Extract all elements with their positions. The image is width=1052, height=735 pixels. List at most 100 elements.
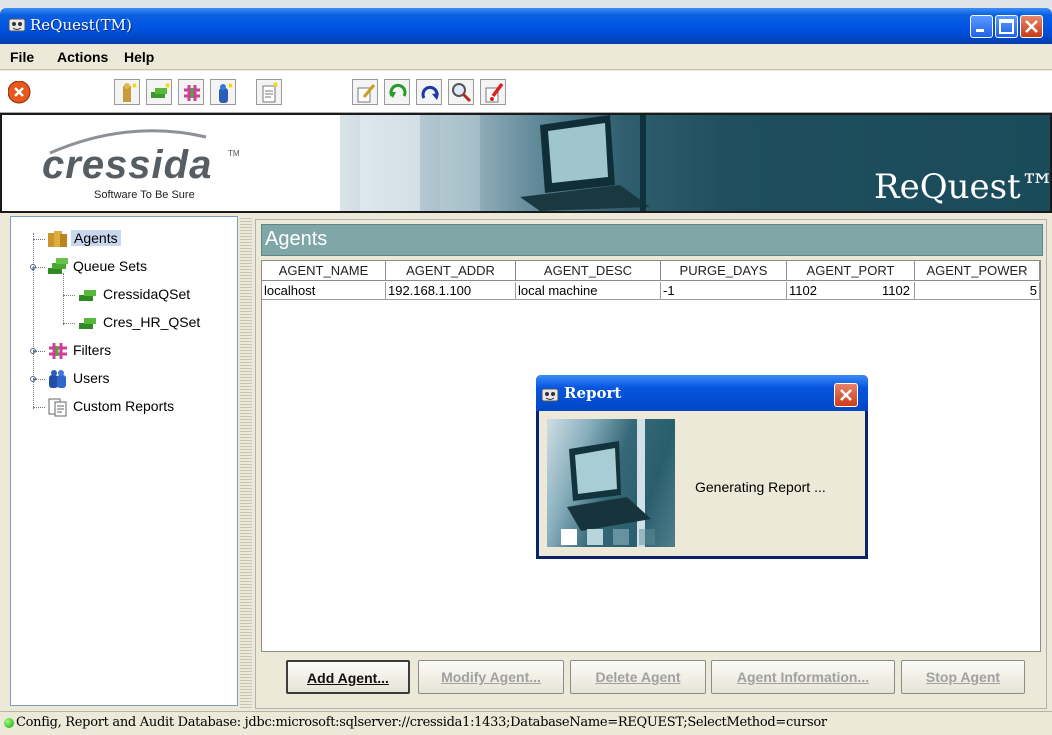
- table-cell[interactable]: -1: [661, 282, 787, 300]
- collapsed-toggle-icon[interactable]: [29, 347, 37, 355]
- add-queue-set-button[interactable]: [146, 79, 172, 105]
- menu-actions[interactable]: Actions: [57, 49, 108, 65]
- logo-trademark: TM: [228, 149, 240, 158]
- column-header[interactable]: AGENT_DESC: [516, 261, 661, 281]
- table-cell[interactable]: local machine: [516, 282, 661, 300]
- button-label: Delete Agent: [595, 669, 681, 685]
- port-value: 1102: [882, 283, 910, 298]
- column-header[interactable]: PURGE_DAYS: [661, 261, 787, 281]
- add-filter-button[interactable]: [178, 79, 204, 105]
- button-label: Stop Agent: [925, 669, 1001, 685]
- table-cell[interactable]: 5: [915, 282, 1040, 300]
- table-cell[interactable]: localhost: [262, 282, 386, 300]
- maximize-button[interactable]: [995, 15, 1018, 38]
- menu-help[interactable]: Help: [124, 49, 154, 65]
- tree-connector: [33, 407, 45, 408]
- tree-connector: [63, 273, 64, 325]
- tree-item-cres-hr-qset[interactable]: Cres_HR_QSet: [77, 313, 227, 333]
- refresh-button[interactable]: [416, 79, 442, 105]
- button-label: Modify Agent...: [441, 669, 541, 685]
- connection-status-icon: [4, 718, 14, 728]
- tree-connector: [63, 323, 75, 324]
- tree-item-custom-reports[interactable]: Custom Reports: [47, 397, 227, 417]
- refresh-icon: [421, 85, 439, 100]
- button-label: Add Agent...: [307, 670, 389, 686]
- delete-agent-button[interactable]: Delete Agent: [570, 660, 706, 694]
- undo-icon: [389, 83, 407, 98]
- close-icon: [1025, 20, 1038, 33]
- window-title-bar[interactable]: ReQuest(TM): [0, 8, 1052, 44]
- minimize-icon: [976, 29, 984, 32]
- panel-header: Agents: [261, 224, 1043, 256]
- report-dialog[interactable]: Report Generating Report ...: [536, 375, 868, 559]
- navigation-tree: Agents Queue Sets CressidaQSet Cres_HR_Q…: [10, 216, 238, 706]
- tree-connector: [63, 295, 75, 296]
- logo-tagline: Software To Be Sure: [94, 189, 195, 201]
- tree-item-users[interactable]: Users: [47, 369, 197, 389]
- stop-button[interactable]: [6, 79, 32, 105]
- panel-title: Agents: [265, 228, 328, 250]
- expanded-toggle-icon[interactable]: [29, 263, 37, 271]
- tree-item-cressidaqset[interactable]: CressidaQSet: [77, 285, 227, 305]
- undo-button[interactable]: [384, 79, 410, 105]
- tree-item-filters[interactable]: Filters: [47, 341, 197, 361]
- column-header[interactable]: AGENT_ADDR: [386, 261, 516, 281]
- status-text: Config, Report and Audit Database: jdbc:…: [16, 715, 827, 730]
- modify-agent-button[interactable]: Modify Agent...: [418, 660, 564, 694]
- queue-set-icon: [79, 318, 96, 329]
- maximize-icon: [999, 19, 1014, 34]
- logo-wordmark: cressida: [42, 143, 213, 187]
- tree-label: Queue Sets: [73, 258, 147, 274]
- tree-label: CressidaQSet: [103, 286, 191, 302]
- dialog-message: Generating Report ...: [695, 479, 826, 495]
- column-header[interactable]: AGENT_NAME: [262, 261, 386, 281]
- column-header[interactable]: AGENT_POWER: [915, 261, 1040, 281]
- port-value: 1102: [789, 283, 817, 298]
- table-cell[interactable]: 192.168.1.100: [386, 282, 516, 300]
- add-filter-icon: [184, 85, 200, 101]
- add-queue-set-icon: [151, 83, 170, 98]
- add-agent-button[interactable]: Add Agent...: [286, 660, 410, 694]
- banner: cressida TM Software To Be Sure ReQuest™: [0, 113, 1052, 213]
- button-label: Agent Information...: [736, 669, 870, 685]
- dialog-body: Generating Report ...: [539, 411, 865, 556]
- dialog-title: Report: [564, 384, 622, 402]
- dialog-close-button[interactable]: [834, 383, 858, 407]
- column-header[interactable]: AGENT_PORT: [787, 261, 915, 281]
- report-image: [547, 419, 675, 547]
- add-agent-icon: [123, 83, 137, 102]
- collapsed-toggle-icon[interactable]: [29, 375, 37, 383]
- delete-icon: [485, 82, 504, 103]
- delete-button[interactable]: [480, 79, 506, 105]
- brand-name: ReQuest™: [874, 167, 1052, 207]
- minimize-button[interactable]: [970, 15, 993, 38]
- tree-item-queue-sets[interactable]: Queue Sets: [47, 257, 227, 277]
- add-user-icon: [219, 83, 233, 103]
- stop-icon: [8, 81, 31, 104]
- add-report-button[interactable]: [256, 79, 282, 105]
- close-icon: [840, 389, 852, 401]
- table-cell-port[interactable]: 1102 1102: [787, 282, 915, 300]
- desktop-strip: [0, 0, 1052, 8]
- app-icon: [8, 17, 26, 33]
- tree-label: Cres_HR_QSet: [103, 314, 201, 330]
- edit-button[interactable]: [352, 79, 378, 105]
- toolbar: [0, 71, 1052, 113]
- close-button[interactable]: [1020, 15, 1043, 38]
- panel-splitter[interactable]: [240, 216, 252, 710]
- tree-label: Filters: [73, 342, 112, 358]
- search-button[interactable]: [448, 79, 474, 105]
- tree-label: Users: [73, 370, 110, 386]
- agents-icon: [48, 231, 67, 247]
- add-user-button[interactable]: [210, 79, 236, 105]
- queue-set-icon: [79, 290, 96, 301]
- stop-agent-button[interactable]: Stop Agent: [901, 660, 1025, 694]
- add-agent-button[interactable]: [114, 79, 140, 105]
- dialog-title-bar[interactable]: Report: [536, 375, 868, 411]
- tree-item-agents[interactable]: Agents: [47, 229, 167, 249]
- search-icon: [452, 83, 472, 103]
- status-bar: Config, Report and Audit Database: jdbc:…: [0, 711, 1052, 735]
- app-icon: [541, 387, 559, 403]
- agent-information-button[interactable]: Agent Information...: [711, 660, 895, 694]
- menu-file[interactable]: File: [10, 49, 34, 65]
